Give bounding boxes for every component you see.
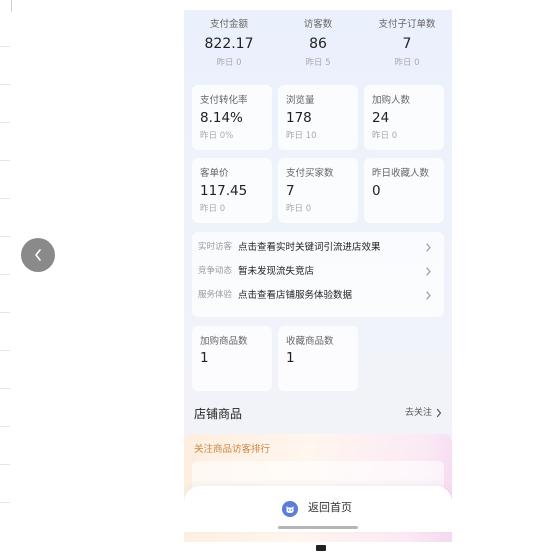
card-label: 加购商品数 [200,336,248,347]
edge-tick [0,312,10,313]
card-yesterday: 昨日 0% [200,131,234,141]
edge-tick [0,502,10,503]
card-value: 0 [372,183,381,199]
card-label: 浏览量 [286,95,315,106]
metric-card-add-to-cart-users[interactable]: 加购人数 24 昨日 0 [364,85,444,150]
card-value: 24 [372,110,390,126]
card-label: 昨日收藏人数 [372,168,430,179]
edge-tick [0,160,10,161]
previous-image-button[interactable] [21,238,55,272]
metric-label: 访客数 [303,19,333,30]
viewer-page: 支付金额 822.17 昨日 0 访客数 86 昨日 5 支付子订单数 7 昨日… [0,0,555,552]
card-label: 加购人数 [372,95,411,106]
insight-row-competition[interactable]: 竞争动态 暂未发现流失竞店 [192,260,444,284]
card-value: 1 [286,350,295,366]
store-products-header: 店铺商品 去关注 [184,400,452,428]
chevron-right-icon [426,267,431,276]
metric-card-avg-order-value[interactable]: 客单价 117.45 昨日 0 [192,158,272,223]
edge-tick [0,350,10,351]
insight-row-realtime-visitors[interactable]: 实时访客 点击查看实时关键词引流进店效果 [192,236,444,260]
card-label: 支付转化率 [200,95,248,106]
edge-tick [0,274,10,275]
card-label: 支付买家数 [286,168,334,179]
metric-card-yesterday-favorites[interactable]: 昨日收藏人数 0 [364,158,444,223]
metric-card-paying-buyers[interactable]: 支付买家数 7 昨日 0 [278,158,358,223]
edge-tick [0,426,10,427]
metric-sub-orders[interactable]: 支付子订单数 7 昨日 0 [362,10,452,69]
card-label: 收藏商品数 [286,336,334,347]
chevron-left-icon [35,249,41,261]
card-label: 客单价 [200,168,229,179]
insight-tag: 竞争动态 [198,266,233,276]
metric-yesterday: 昨日 0 [394,58,420,68]
chevron-right-icon [436,408,442,418]
card-value: 117.45 [200,183,248,199]
chevron-right-icon [426,291,431,300]
edge-tick [0,388,10,389]
metric-label: 支付金额 [209,19,248,30]
return-home-button[interactable]: 返回首页 [184,486,452,532]
chevron-right-icon [426,243,431,252]
section-title: 店铺商品 [194,407,243,421]
card-yesterday: 昨日 10 [286,131,317,141]
edge-tick [0,464,10,465]
summary-metrics: 支付金额 822.17 昨日 0 访客数 86 昨日 5 支付子订单数 7 昨日… [184,10,452,78]
card-yesterday: 昨日 0 [286,204,312,214]
edge-tick [0,236,10,237]
metric-card-conversion-rate[interactable]: 支付转化率 8.14% 昨日 0% [192,85,272,150]
go-follow-link[interactable]: 去关注 [405,407,442,419]
page-marker [316,545,326,551]
metric-value: 86 [309,36,327,52]
card-value: 178 [286,110,312,126]
insight-text: 点击查看店铺服务体验数据 [238,290,353,301]
home-indicator [278,526,358,529]
card-yesterday: 昨日 0 [200,204,226,214]
metric-card-favorited-products[interactable]: 收藏商品数 1 [278,326,358,391]
insights-panel: 实时访客 点击查看实时关键词引流进店效果 竞争动态 暂未发现流失竞店 服务体验 … [192,232,444,317]
edge-tick [0,122,10,123]
insight-row-service-experience[interactable]: 服务体验 点击查看店铺服务体验数据 [192,284,444,308]
card-value: 1 [200,350,209,366]
edge-tick [0,198,10,199]
insight-tag: 实时访客 [198,242,233,252]
phone-screenshot: 支付金额 822.17 昨日 0 访客数 86 昨日 5 支付子订单数 7 昨日… [184,10,452,542]
metric-yesterday: 昨日 0 [216,58,242,68]
metric-visitors[interactable]: 访客数 86 昨日 5 [273,10,363,69]
metric-value: 7 [402,36,412,52]
insight-tag: 服务体验 [198,290,233,300]
metric-card-carted-products[interactable]: 加购商品数 1 [192,326,272,391]
card-yesterday: 昨日 0 [372,131,398,141]
metric-payment-amount[interactable]: 支付金额 822.17 昨日 0 [184,10,274,69]
ranking-title: 关注商品访客排行 [194,444,271,455]
card-value: 7 [286,183,295,199]
insight-text: 暂未发现流失竞店 [238,266,315,277]
edge-tick [0,46,10,47]
go-follow-label: 去关注 [404,408,432,418]
return-home-label: 返回首页 [308,501,352,514]
metric-yesterday: 昨日 5 [305,58,331,68]
edge-line [11,0,12,12]
metric-label: 支付子订单数 [378,19,436,30]
left-page-edge [0,0,12,552]
card-value: 8.14% [200,110,243,126]
insight-text: 点击查看实时关键词引流进店效果 [238,242,381,253]
metric-card-page-views[interactable]: 浏览量 178 昨日 10 [278,85,358,150]
cat-logo-icon [282,501,298,517]
edge-tick [0,84,10,85]
metric-value: 822.17 [204,36,254,52]
